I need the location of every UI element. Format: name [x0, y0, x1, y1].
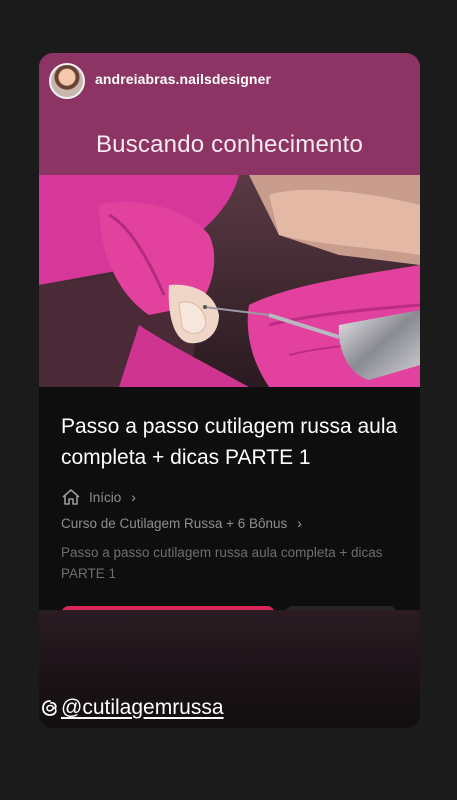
mention-sticker[interactable]: @cutilagemrussa — [41, 696, 224, 720]
home-icon — [62, 489, 80, 505]
chevron-right-icon: › — [297, 515, 302, 531]
story-headline: Buscando conhecimento — [95, 131, 364, 158]
post-preview[interactable]: Passo a passo cutilagem russa aula compl… — [39, 387, 420, 728]
manicure-image — [39, 175, 420, 387]
video-thumbnail[interactable] — [39, 175, 420, 387]
threads-icon — [42, 700, 57, 716]
username[interactable]: andreiabras.nailsdesigner — [95, 71, 271, 87]
mention-username: @cutilagemrussa — [61, 696, 224, 719]
breadcrumb-course[interactable]: Curso de Cutilagem Russa + 6 Bônus › — [61, 515, 302, 531]
post-subtitle: Passo a passo cutilagem russa aula compl… — [61, 545, 383, 581]
story-header: andreiabras.nailsdesigner Buscando conhe… — [39, 53, 420, 175]
breadcrumb-home[interactable]: Início › — [61, 488, 136, 506]
avatar[interactable] — [49, 63, 85, 99]
breadcrumb-home-label: Início — [89, 489, 122, 505]
story-card: andreiabras.nailsdesigner Buscando conhe… — [39, 53, 420, 728]
breadcrumb-course-label: Curso de Cutilagem Russa + 6 Bônus — [61, 515, 288, 531]
post-title[interactable]: Passo a passo cutilagem russa aula compl… — [61, 411, 406, 473]
chevron-right-icon: › — [131, 489, 136, 505]
